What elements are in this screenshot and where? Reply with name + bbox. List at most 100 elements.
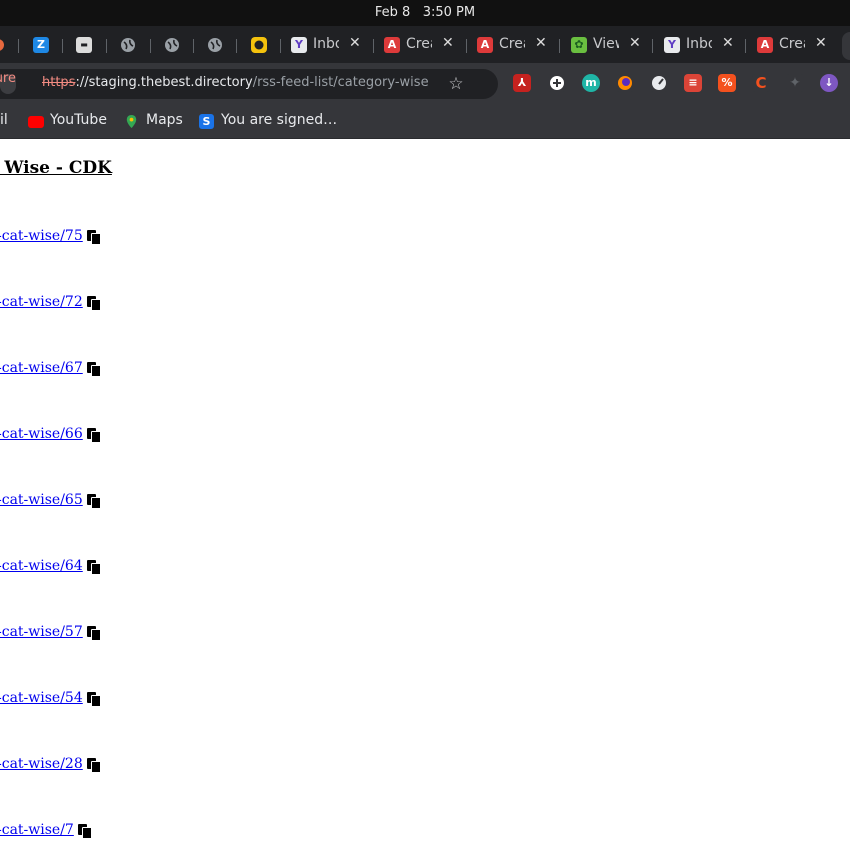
- feed-link[interactable]: -cat-wise/72: [0, 294, 83, 310]
- tab-separator: [745, 39, 746, 53]
- copy-icon[interactable]: [86, 427, 102, 443]
- tab-view[interactable]: ✿ View ✕: [571, 34, 649, 58]
- tab-inbox-1[interactable]: Y Inbo ✕: [291, 34, 369, 58]
- globe-icon: [165, 38, 179, 52]
- tab-4[interactable]: [120, 34, 140, 58]
- tab-title: Crea: [406, 36, 432, 52]
- angular-icon: A: [477, 37, 493, 53]
- bookmarks-bar: il YouTube Maps S You are signed…: [0, 105, 850, 139]
- feed-link[interactable]: -cat-wise/66: [0, 426, 83, 442]
- system-clock[interactable]: Feb 8 3:50 PM: [0, 5, 850, 20]
- angular-icon: A: [384, 37, 400, 53]
- copy-icon[interactable]: [86, 559, 102, 575]
- browser-tab-strip: Z ▬ Y Inbo ✕ A Crea ✕ A Crea ✕ ✿ View ✕: [0, 26, 850, 63]
- copy-icon[interactable]: [86, 757, 102, 773]
- close-icon[interactable]: ✕: [349, 35, 361, 51]
- tab-inbox-2[interactable]: Y Inbo ✕: [664, 34, 742, 58]
- tab-create-3[interactable]: A Crea ✕: [757, 34, 835, 58]
- feed-link[interactable]: -cat-wise/28: [0, 756, 83, 772]
- tree-icon: ✿: [571, 37, 587, 53]
- tab-5[interactable]: [164, 34, 184, 58]
- tab-2[interactable]: Z: [33, 34, 53, 58]
- feed-link[interactable]: -cat-wise/75: [0, 228, 83, 244]
- youtube-icon: [28, 116, 44, 128]
- feed-link[interactable]: -cat-wise/64: [0, 558, 83, 574]
- tab-separator: [280, 39, 281, 53]
- maps-icon: [126, 114, 137, 129]
- pdf-icon[interactable]: ⅄: [513, 74, 531, 92]
- clock-time: 3:50 PM: [422, 5, 476, 20]
- angular-icon: A: [757, 37, 773, 53]
- tab-separator: [559, 39, 560, 53]
- orange-dot-icon: [0, 39, 4, 51]
- url-text[interactable]: https://staging.thebest.directory/rss-fe…: [42, 75, 429, 90]
- tab-separator: [18, 39, 19, 53]
- plus-circle-icon[interactable]: [548, 74, 566, 92]
- page-content: Cat Wise - CDK -cat-wise/75 -cat-wise/72 -…: [0, 140, 850, 850]
- feed-link[interactable]: -cat-wise/54: [0, 690, 83, 706]
- app-icon: ▬: [76, 37, 92, 53]
- stack-icon[interactable]: ≡: [684, 74, 702, 92]
- tab-title: View: [593, 36, 619, 52]
- tab-separator: [150, 39, 151, 53]
- tab-3[interactable]: ▬: [76, 34, 96, 58]
- page-title: Cat Wise - CDK: [0, 158, 112, 178]
- feed-link[interactable]: -cat-wise/7: [0, 822, 74, 838]
- yahoo-icon: Y: [664, 37, 680, 53]
- feed-link[interactable]: -cat-wise/65: [0, 492, 83, 508]
- address-bar[interactable]: cure https://staging.thebest.directory/r…: [0, 69, 498, 99]
- close-icon[interactable]: ✕: [442, 35, 454, 51]
- tab-title: Inbo: [686, 36, 712, 52]
- copy-icon[interactable]: [86, 361, 102, 377]
- download-icon[interactable]: ↓: [820, 74, 838, 92]
- tab-title: Crea: [779, 36, 805, 52]
- m-icon[interactable]: m: [582, 74, 600, 92]
- tab-separator: [62, 39, 63, 53]
- clock-date: Feb 8: [374, 5, 411, 20]
- copy-icon[interactable]: [86, 691, 102, 707]
- bookmark-label: YouTube: [50, 112, 107, 128]
- bookmark-label: il: [0, 112, 8, 128]
- feed-link[interactable]: -cat-wise/57: [0, 624, 83, 640]
- tab-separator: [652, 39, 653, 53]
- browser-toolbar: cure https://staging.thebest.directory/r…: [0, 63, 850, 105]
- tab-separator: [106, 39, 107, 53]
- close-icon[interactable]: ✕: [722, 35, 734, 51]
- tab-create-1[interactable]: A Crea ✕: [384, 34, 462, 58]
- tab-title: Inbo: [313, 36, 339, 52]
- copy-icon[interactable]: [86, 625, 102, 641]
- globe-icon: [121, 38, 135, 52]
- copy-icon[interactable]: [86, 493, 102, 509]
- feed-link[interactable]: -cat-wise/67: [0, 360, 83, 376]
- not-secure-label[interactable]: cure: [0, 71, 16, 86]
- tab-create-2[interactable]: A Crea ✕: [477, 34, 555, 58]
- tab-7[interactable]: [251, 34, 271, 58]
- yahoo-icon: Y: [291, 37, 307, 53]
- copy-icon[interactable]: [86, 295, 102, 311]
- puzzle-icon[interactable]: ✦: [786, 74, 804, 92]
- tab-6[interactable]: [207, 34, 227, 58]
- tab-separator: [193, 39, 194, 53]
- firefox-icon[interactable]: [616, 74, 634, 92]
- copy-icon[interactable]: [86, 229, 102, 245]
- zoho-icon: Z: [33, 37, 49, 53]
- close-icon[interactable]: ✕: [629, 35, 641, 51]
- close-icon[interactable]: ✕: [815, 35, 827, 51]
- url-host: ://staging.thebest.directory: [75, 75, 253, 90]
- tab-separator: [236, 39, 237, 53]
- s-icon: S: [199, 114, 214, 129]
- url-scheme: https: [42, 75, 76, 90]
- c-icon[interactable]: C: [752, 74, 770, 92]
- tab-title: Crea: [499, 36, 525, 52]
- globe-icon: [208, 38, 222, 52]
- percent-icon[interactable]: %: [718, 74, 736, 92]
- tab-1[interactable]: [0, 34, 12, 58]
- speedometer-icon[interactable]: [650, 74, 668, 92]
- bookmark-label: Maps: [146, 112, 183, 128]
- active-tab-edge[interactable]: [842, 32, 850, 60]
- bookmark-label: You are signed…: [221, 112, 338, 128]
- url-path: /rss-feed-list/category-wise: [252, 75, 429, 90]
- bookmark-star-icon[interactable]: ☆: [446, 74, 466, 94]
- copy-icon[interactable]: [77, 823, 93, 839]
- close-icon[interactable]: ✕: [535, 35, 547, 51]
